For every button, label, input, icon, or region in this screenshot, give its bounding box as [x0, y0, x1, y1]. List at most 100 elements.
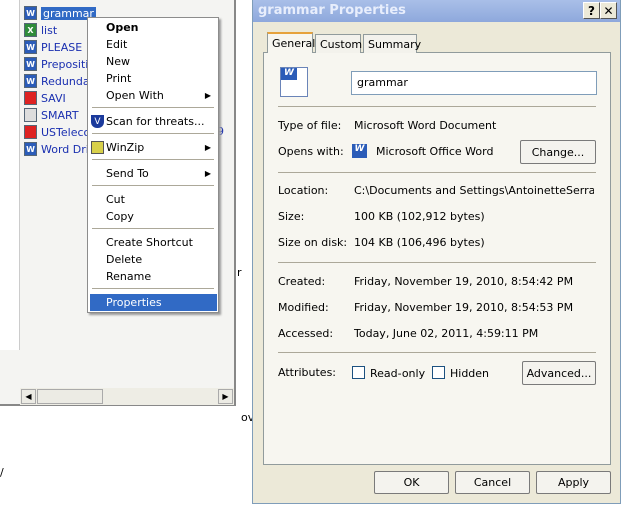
menu-item-scan[interactable]: V Scan for threats... [90, 113, 217, 130]
tab-general[interactable]: General [267, 32, 315, 53]
menu-item-send-to[interactable]: Send To ▶ [90, 165, 217, 182]
menu-item-rename[interactable]: Rename [90, 268, 217, 285]
file-item[interactable]: W Word Drill [24, 141, 95, 157]
menu-item-open[interactable]: Open [90, 19, 217, 36]
cancel-button[interactable]: Cancel [455, 471, 530, 494]
modified-label: Modified: [278, 301, 329, 314]
file-item[interactable]: SAVI [24, 90, 66, 106]
menu-item-cut[interactable]: Cut [90, 191, 217, 208]
file-name: PLEASE [41, 40, 83, 54]
properties-dialog: grammar Properties ? ✕ W grammar Type of… [252, 0, 621, 504]
menu-separator [92, 133, 214, 134]
accessed-label: Accessed: [278, 327, 334, 340]
file-name: SAVI [41, 91, 66, 105]
tab-custom[interactable]: Custom [315, 34, 362, 53]
menu-item-properties[interactable]: Properties [90, 294, 217, 311]
close-button[interactable]: ✕ [600, 2, 617, 19]
created-value: Friday, November 19, 2010, 8:54:42 PM [354, 275, 574, 288]
file-item[interactable]: Wgrammar [24, 5, 96, 21]
hidden-checkbox[interactable] [432, 366, 445, 379]
menu-label: Open With [106, 89, 164, 102]
file-item[interactable]: Xlist [24, 22, 57, 38]
type-label: Type of file: [278, 119, 342, 132]
ok-button[interactable]: OK [374, 471, 449, 494]
submenu-arrow-icon: ▶ [204, 91, 211, 100]
hidden-label: Hidden [450, 367, 490, 380]
menu-separator [92, 107, 214, 108]
menu-item-edit[interactable]: Edit [90, 36, 217, 53]
scroll-right-button[interactable]: ▶ [218, 389, 233, 404]
left-pane [0, 0, 20, 350]
menu-separator [92, 185, 214, 186]
pdf-file-icon [24, 91, 37, 105]
menu-label: WinZip [106, 141, 145, 154]
word-app-icon: W [352, 144, 367, 158]
size-on-disk-label: Size on disk: [278, 236, 348, 249]
type-value: Microsoft Word Document [354, 119, 497, 132]
file-item[interactable]: W PLEASE [24, 39, 82, 55]
location-label: Location: [278, 184, 329, 197]
read-only-label: Read-only [370, 367, 426, 380]
menu-label: Scan for threats... [106, 115, 205, 128]
word-file-icon: W [24, 57, 37, 71]
read-only-checkbox[interactable] [352, 366, 365, 379]
title-bar[interactable]: grammar Properties ? ✕ [253, 0, 620, 22]
context-menu: Open Edit New Print Open With ▶ V Scan for… [87, 17, 219, 313]
file-item[interactable]: W Prepositio [24, 56, 95, 72]
menu-item-create-shortcut[interactable]: Create Shortcut [90, 234, 217, 251]
opens-with-label: Opens with: [278, 145, 344, 158]
location-value: C:\Documents and Settings\AntoinetteSerr… [354, 184, 594, 197]
separator [278, 352, 596, 353]
tab-summary[interactable]: Summary [363, 34, 421, 53]
horizontal-scrollbar[interactable]: ◀ ▶ [20, 388, 234, 405]
menu-separator [92, 228, 214, 229]
menu-item-winzip[interactable]: WinZip ▶ [90, 139, 217, 156]
menu-separator [92, 288, 214, 289]
apply-button[interactable]: Apply [536, 471, 611, 494]
submenu-arrow-icon: ▶ [204, 143, 211, 152]
created-label: Created: [278, 275, 326, 288]
separator [278, 106, 596, 107]
size-label: Size: [278, 210, 305, 223]
change-button[interactable]: Change... [520, 140, 596, 164]
menu-item-open-with[interactable]: Open With ▶ [90, 87, 217, 104]
opens-with-value: Microsoft Office Word [376, 145, 494, 158]
word-file-icon: W [24, 40, 37, 54]
scroll-thumb[interactable] [37, 389, 103, 404]
word-file-icon: W [24, 74, 37, 88]
separator [278, 172, 596, 173]
file-item[interactable]: W Redundar [24, 73, 94, 89]
text-file-icon [24, 108, 37, 122]
excel-file-icon: X [24, 23, 37, 37]
stray-text: / [0, 466, 4, 479]
separator [278, 262, 596, 263]
shield-icon: V [91, 115, 104, 128]
submenu-arrow-icon: ▶ [204, 169, 211, 178]
menu-item-new[interactable]: New [90, 53, 217, 70]
menu-separator [92, 159, 214, 160]
pdf-file-icon [24, 125, 37, 139]
file-name-input[interactable]: grammar [351, 71, 597, 95]
menu-label: Send To [106, 167, 149, 180]
attributes-label: Attributes: [278, 366, 337, 379]
modified-value: Friday, November 19, 2010, 8:54:53 PM [354, 301, 574, 314]
scroll-left-button[interactable]: ◀ [21, 389, 36, 404]
help-button[interactable]: ? [583, 2, 600, 19]
dialog-title: grammar Properties [258, 3, 406, 18]
word-file-icon: W [24, 6, 37, 20]
menu-item-print[interactable]: Print [90, 70, 217, 87]
accessed-value: Today, June 02, 2011, 4:59:11 PM [354, 327, 539, 340]
size-on-disk-value: 104 KB (106,496 bytes) [354, 236, 485, 249]
word-document-icon: W [280, 67, 308, 97]
menu-item-copy[interactable]: Copy [90, 208, 217, 225]
advanced-button[interactable]: Advanced... [522, 361, 596, 385]
file-name: list [41, 23, 58, 37]
file-item[interactable]: USTelecor [24, 124, 95, 140]
file-item[interactable]: SMART [24, 107, 79, 123]
winzip-icon [91, 141, 104, 154]
stray-text: r [237, 266, 242, 279]
word-file-icon: W [24, 142, 37, 156]
size-value: 100 KB (102,912 bytes) [354, 210, 485, 223]
menu-item-delete[interactable]: Delete [90, 251, 217, 268]
general-tab-panel: W grammar Type of file: Microsoft Word D… [263, 52, 611, 465]
